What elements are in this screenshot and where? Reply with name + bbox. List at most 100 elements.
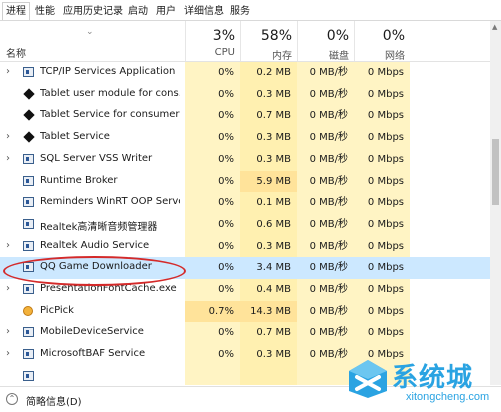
process-name: PresentationFontCache.exe xyxy=(40,283,177,294)
tab-performance[interactable]: 性能 xyxy=(31,2,59,20)
mem-cell xyxy=(240,366,297,385)
process-row[interactable]: Tablet Service for consumer ... 0% 0.7 MB 0… xyxy=(0,105,490,127)
cpu-cell: 0% xyxy=(218,262,234,274)
expand-chevron-icon[interactable]: › xyxy=(6,153,14,165)
process-name: PicPick xyxy=(40,304,74,316)
sort-chevron-icon[interactable]: ⌄ xyxy=(86,27,94,37)
cpu-cell: 0.7% xyxy=(185,300,240,323)
net-cell: 0 Mbps xyxy=(367,284,404,295)
pen-icon xyxy=(23,109,35,122)
expand-chevron-icon[interactable]: › xyxy=(6,66,14,78)
process-row[interactable]: › Realtek Audio Service 0% 0.3 MB 0 MB/秒 0 Mb… xyxy=(0,236,490,258)
cpu-cell: 0% xyxy=(218,284,234,295)
net-cell: 0 Mbps xyxy=(367,197,404,209)
cpu-cell: 0% xyxy=(218,153,234,165)
cpu-cell xyxy=(185,366,240,385)
disk-column-header[interactable]: 0% 磁盘 xyxy=(297,21,355,62)
column-header: ⌄ 名称 3% CPU 58% 内存 0% 磁盘 0% 网络 xyxy=(0,21,490,62)
window-icon xyxy=(23,349,34,360)
scrollbar-thumb[interactable] xyxy=(492,139,499,205)
tab-users[interactable]: 用户 xyxy=(152,2,180,20)
process-name: MicrosoftBAF Service xyxy=(40,348,146,360)
process-row[interactable]: › Tablet Service 0% 0.3 MB 0 MB/秒 0 Mbps xyxy=(0,127,490,149)
process-name: SQL Server VSS Writer xyxy=(40,152,153,164)
fewer-details-link[interactable]: 简略信息(D) xyxy=(26,393,82,408)
expand-chevron-icon[interactable]: › xyxy=(6,283,14,295)
process-row[interactable]: › SQL Server VSS Writer 0% 0.3 MB 0 MB/秒 0 Mb… xyxy=(0,149,490,171)
process-name: Reminders WinRT OOP Server xyxy=(40,196,180,208)
tab-startup[interactable]: 启动 xyxy=(124,2,152,20)
net-cell: 0 Mbps xyxy=(367,175,404,187)
process-list: › TCP/IP Services Application 0% 0.2 MB 0 MB… xyxy=(0,62,490,385)
mem-cell: 0.3 MB xyxy=(256,88,291,100)
window-icon xyxy=(23,284,34,294)
process-name: TCP/IP Services Application xyxy=(40,66,176,77)
mem-cell: 0.7 MB xyxy=(256,110,291,122)
memory-label: 内存 xyxy=(272,51,292,62)
process-name: Realtek Audio Service xyxy=(40,239,150,251)
disk-cell: 0 MB/秒 xyxy=(309,284,348,295)
cpu-cell: 0% xyxy=(218,67,234,78)
net-cell: 0 Mbps xyxy=(367,110,404,122)
network-total: 0% xyxy=(382,28,405,44)
window-icon xyxy=(23,262,34,273)
disk-cell: 0 MB/秒 xyxy=(309,197,348,209)
cpu-cell: 0% xyxy=(218,327,234,339)
mem-cell: 3.4 MB xyxy=(256,262,291,274)
cpu-cell: 0% xyxy=(218,349,234,361)
chevron-up-icon[interactable]: ⌃ xyxy=(6,393,18,405)
expand-chevron-icon[interactable]: › xyxy=(6,326,14,338)
memory-column-header[interactable]: 58% 内存 xyxy=(240,21,298,62)
net-cell: 0 Mbps xyxy=(367,262,404,274)
process-row[interactable]: Reminders WinRT OOP Server 0% 0.1 MB 0 MB/秒… xyxy=(0,192,490,214)
expand-chevron-icon[interactable]: › xyxy=(6,240,14,252)
process-row[interactable]: › PresentationFontCache.exe 0% 0.4 MB 0 MB/秒… xyxy=(0,279,490,301)
cpu-cell: 0% xyxy=(218,88,234,100)
cpu-total: 3% xyxy=(212,28,235,44)
mem-cell: 0.3 MB xyxy=(256,240,291,252)
net-cell: 0 Mbps xyxy=(367,132,404,144)
window-icon xyxy=(23,67,34,77)
process-row[interactable]: › TCP/IP Services Application 0% 0.2 MB 0 MB… xyxy=(0,62,490,84)
net-cell: 0 Mbps xyxy=(367,88,404,100)
tab-processes[interactable]: 进程 xyxy=(2,2,30,20)
mem-cell: 0.3 MB xyxy=(256,349,291,361)
mem-cell: 0.3 MB xyxy=(256,132,291,144)
disk-cell: 0 MB/秒 xyxy=(309,110,348,122)
mem-cell: 0.3 MB xyxy=(256,153,291,165)
tab-services[interactable]: 服务 xyxy=(226,2,254,20)
process-row[interactable]: Realtek高清晰音频管理器 0% 0.6 MB 0 MB/秒 0 Mbps xyxy=(0,214,490,236)
cpu-cell: 0% xyxy=(218,218,234,230)
process-row[interactable]: Tablet user module for cons... 0% 0.3 MB 0 … xyxy=(0,84,490,106)
tab-app-history[interactable]: 应用历史记录 xyxy=(59,2,127,20)
disk-cell: 0 MB/秒 xyxy=(309,175,348,187)
picpick-icon xyxy=(23,305,33,316)
window-icon xyxy=(23,370,34,381)
disk-cell: 0 MB/秒 xyxy=(309,88,348,100)
disk-cell: 0 MB/秒 xyxy=(309,240,348,252)
expand-chevron-icon[interactable]: › xyxy=(6,348,14,360)
pen-icon xyxy=(23,88,35,100)
process-row[interactable]: Runtime Broker 0% 5.9 MB 0 MB/秒 0 Mbps xyxy=(0,170,490,193)
process-row[interactable]: › MobileDeviceService 0% 0.7 MB 0 MB/秒 0 Mbps xyxy=(0,322,490,344)
watermark: 系统城 xitongcheng.com xyxy=(346,355,496,407)
mem-cell: 0.7 MB xyxy=(256,327,291,339)
window-icon xyxy=(23,153,34,164)
scroll-up-icon[interactable]: ▲ xyxy=(492,23,497,31)
cpu-column-header[interactable]: 3% CPU xyxy=(185,21,241,61)
disk-cell: 0 MB/秒 xyxy=(309,305,348,317)
cpu-cell: 0% xyxy=(218,240,234,252)
process-row[interactable]: QQ Game Downloader 0% 3.4 MB 0 MB/秒 0 Mbps xyxy=(0,257,490,279)
disk-total: 0% xyxy=(326,28,349,44)
mem-cell: 5.9 MB xyxy=(240,170,297,193)
process-name: Tablet user module for cons... xyxy=(40,87,180,99)
name-column-header[interactable]: 名称 xyxy=(6,45,26,60)
network-column-header[interactable]: 0% 网络 xyxy=(354,21,411,62)
disk-cell: 0 MB/秒 xyxy=(309,218,348,230)
cpu-cell: 0% xyxy=(218,110,234,122)
disk-cell: 0 MB/秒 xyxy=(309,132,348,144)
expand-chevron-icon[interactable]: › xyxy=(6,131,14,143)
vertical-scrollbar[interactable]: ▲ xyxy=(490,21,501,385)
process-row[interactable]: PicPick 0.7% 14.3 MB 0 MB/秒 0 Mbps xyxy=(0,300,490,323)
tab-details[interactable]: 详细信息 xyxy=(180,2,228,20)
